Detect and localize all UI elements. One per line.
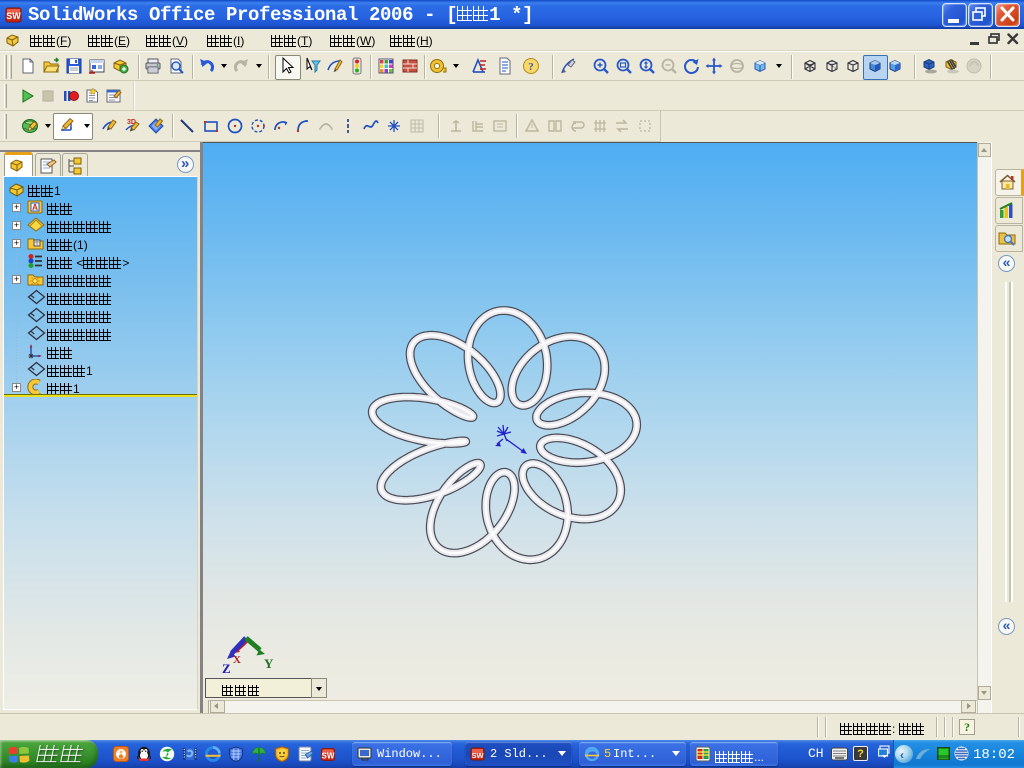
svg-text:SW: SW xyxy=(6,11,21,21)
svg-text:SW: SW xyxy=(322,752,335,761)
svg-text:?: ? xyxy=(528,61,534,73)
svg-text:Z: Z xyxy=(222,661,231,676)
svg-text:SW: SW xyxy=(471,751,484,760)
svg-text:X: X xyxy=(233,654,241,666)
svg-text:A: A xyxy=(32,203,38,212)
svg-text:Y: Y xyxy=(264,656,274,671)
